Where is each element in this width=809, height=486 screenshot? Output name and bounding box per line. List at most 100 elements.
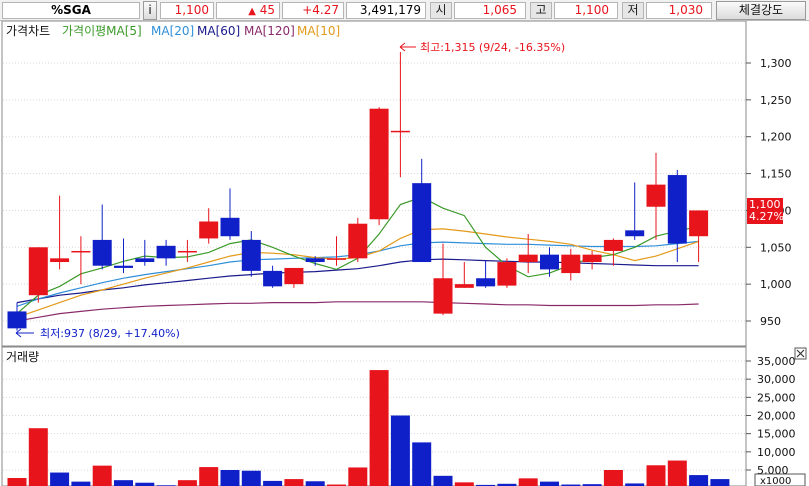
candle-body [327,258,346,260]
candle-body [348,223,368,259]
candle-body [518,254,538,263]
candle-body [497,262,517,286]
candle-body [667,175,687,244]
volume-tick-label: 30,000 [757,373,796,386]
up-arrow-icon: ▲ [248,6,256,17]
candle-body [28,247,48,296]
chart-svg: 1,3001,2501,2001,1501,1001,0501,000950 3… [1,20,807,486]
volume-bar[interactable] [71,481,91,486]
candle-body [199,221,219,239]
volume-tick-label: 25,000 [757,391,796,404]
current-price-marker: 1,100 4.27% [747,198,784,224]
candle-body [540,254,559,270]
candle-body [177,250,197,253]
volume-bar[interactable] [284,479,304,486]
volume-bar[interactable] [518,478,538,486]
current-price: 1,100 [160,2,214,19]
candle-body [454,284,474,288]
volume-bar[interactable] [646,465,666,486]
legend-ma60[interactable]: MA[60] [197,24,240,38]
volume-bar[interactable] [305,481,325,486]
candle-body [71,250,91,253]
chart-title: 가격차트 [6,24,50,38]
chart-area: 1,3001,2501,2001,1501,1001,0501,000950 3… [0,20,809,486]
volume-bar[interactable] [199,467,219,486]
candle-body [263,270,283,287]
open-price: 1,065 [454,2,526,19]
candle-body [582,254,602,263]
low-label-text: 최저:937 (8/29, +17.40%) [40,327,180,340]
low-price: 1,030 [646,2,712,19]
low-annotation: 최저:937 (8/29, +17.40%) [15,327,180,340]
candle-body [156,245,176,259]
current-pct-label: 4.27% [749,210,784,223]
volume-bar[interactable] [454,482,474,486]
volume-bar[interactable] [177,480,197,486]
volume-bar[interactable] [50,472,70,486]
candle-body [646,184,666,207]
trade-volume: 3,491,179 [346,2,426,19]
price-tick-label: 1,300 [760,57,792,70]
candle-body [220,217,240,237]
candle-body [135,258,155,263]
volume-bar[interactable] [667,460,687,486]
strength-button[interactable]: 체결강도 [716,1,806,20]
symbol-field[interactable]: %SGA [2,2,140,19]
stock-header-bar: %SGA i 1,100 ▲ 45 +4.27 3,491,179 시 1,06… [0,0,809,21]
price-tick-label: 950 [760,315,781,328]
volume-bar[interactable] [369,370,389,486]
volume-bar[interactable] [390,415,410,486]
volume-tick-label: 10,000 [757,446,796,459]
price-axis: 1,3001,2501,2001,1501,1001,0501,000950 [746,57,792,328]
candle-body [92,239,112,266]
volume-tick-label: 35,000 [757,355,796,368]
legend-ma120[interactable]: MA[120] [244,24,295,38]
candle[interactable] [497,258,517,288]
high-annotation: 최고:1,315 (9/24, -16.35%) [399,41,565,54]
legend-ma5[interactable]: 가격이평MA[5] [62,24,142,38]
candle-body [114,265,133,268]
candle[interactable] [348,217,368,263]
volume-unit: x1000 [754,473,806,486]
candle-body [7,311,27,329]
volume-bar[interactable] [263,480,283,486]
open-label: 시 [430,2,452,19]
volume-bar[interactable] [241,470,261,486]
volume-bar[interactable] [540,481,559,486]
volume-axis: 35,00030,00025,00020,00015,00010,0005,00… [746,355,796,477]
volume-bar[interactable] [114,480,133,486]
candle-body [241,239,261,271]
volume-bar[interactable] [603,470,623,486]
volume-title: 거래량 [6,350,39,364]
volume-bar[interactable] [433,475,453,486]
candle-body [476,278,496,287]
change-percent: +4.27 [282,2,344,19]
volume-bar[interactable] [7,477,27,486]
candle-body [284,267,304,285]
volume-bar[interactable] [689,475,709,486]
legend-ma10[interactable]: MA[10] [297,24,340,38]
candle-body [603,239,623,251]
price-tick-label: 1,050 [760,241,792,254]
volume-bar[interactable] [348,467,368,486]
candle-body [412,183,432,263]
price-tick-label: 1,150 [760,168,792,181]
candle[interactable] [28,247,48,303]
volume-bar[interactable] [28,428,48,486]
candle-body [305,258,325,263]
close-icon[interactable] [794,347,807,360]
high-label: 고 [530,2,552,19]
info-button[interactable]: i [143,1,157,20]
high-label-text: 최고:1,315 (9/24, -16.35%) [420,41,565,54]
volume-bar[interactable] [412,442,432,486]
volume-bar[interactable] [220,470,240,486]
volume-bar[interactable] [92,465,112,486]
candle-body [369,108,389,220]
candle-body [433,278,453,314]
volume-bar[interactable] [710,479,730,486]
svg-text:x1000: x1000 [760,476,791,486]
price-tick-label: 1,000 [760,278,792,291]
price-tick-label: 1,250 [760,94,792,107]
candle[interactable] [369,107,389,226]
legend-ma20[interactable]: MA[20] [151,24,194,38]
